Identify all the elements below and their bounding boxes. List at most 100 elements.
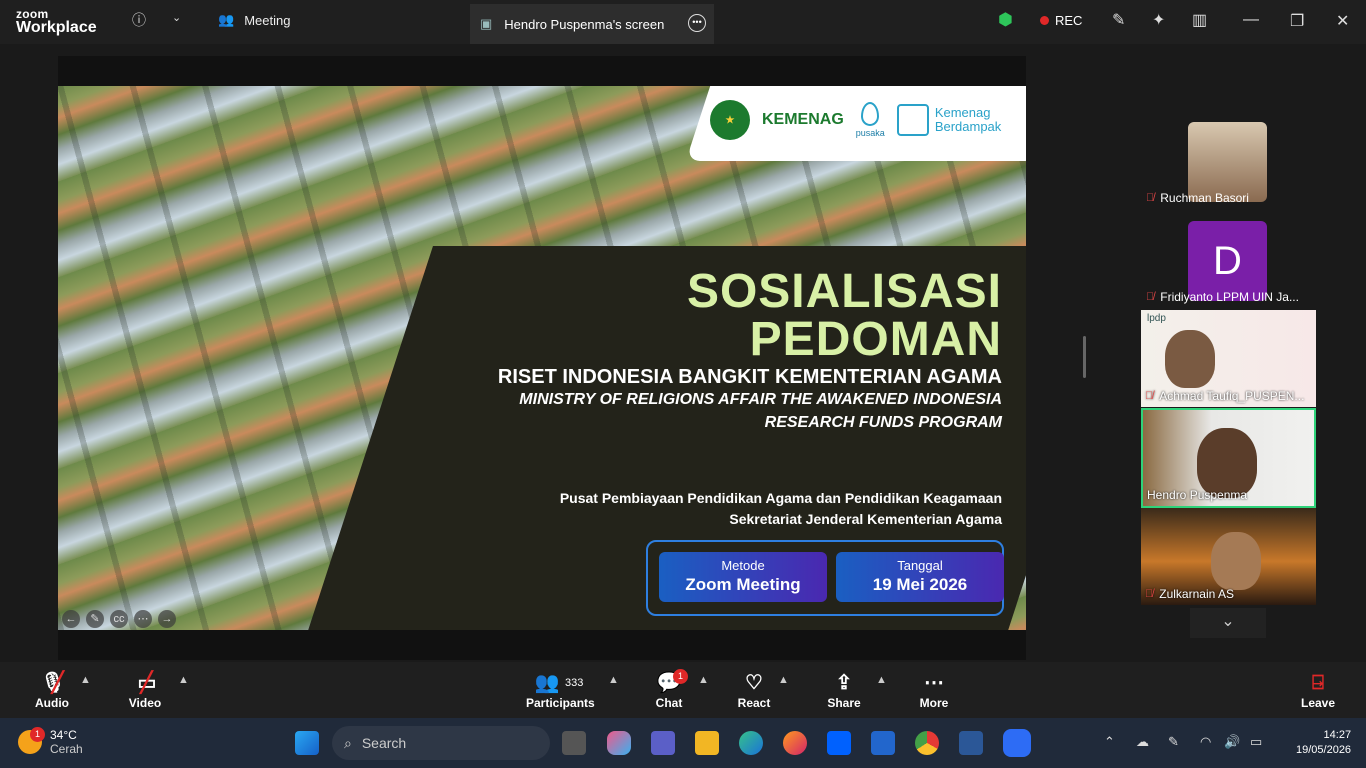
windows-start-icon[interactable]	[295, 731, 319, 755]
copilot-icon[interactable]	[607, 731, 631, 755]
os-taskbar: 34°C Cerah 1 ⌕ Search ⌃ ☁ ✎ ◠ 🔊 ▭ 14:27 …	[0, 718, 1366, 768]
info-icon[interactable]: ⓘ	[132, 10, 146, 30]
mic-muted-icon: 🎙̸	[1146, 192, 1155, 204]
edge-icon[interactable]	[739, 731, 763, 755]
more-options-icon[interactable]: •••	[688, 14, 706, 32]
share-button[interactable]: ⇪ Share	[826, 670, 862, 710]
zoom-app-icon[interactable]	[1003, 729, 1031, 757]
gallery-scroll-down-icon[interactable]: ⌄	[1190, 608, 1266, 638]
participants-icon: 👥	[218, 12, 235, 27]
dropbox-icon[interactable]	[827, 731, 851, 755]
captions-icon[interactable]: cc	[110, 610, 128, 628]
leave-icon: ⍈	[1312, 672, 1324, 694]
participant-name: 🎙̸ Fridiyanto LPPM UIN Ja...	[1146, 290, 1299, 304]
kemenag-berdampak-logo: Kemenag Berdampak	[896, 104, 1001, 136]
leave-button[interactable]: ⍈ Leave	[1300, 670, 1336, 710]
mic-muted-icon: 🎙̸	[1145, 390, 1154, 402]
chevron-down-icon[interactable]: ⌄	[172, 11, 181, 24]
shield-icon[interactable]: ⬢	[998, 10, 1013, 30]
annotate-pencil-icon[interactable]: ✎	[1112, 10, 1125, 30]
slide-org-line2: Sekretariat Jenderal Kementerian Agama	[729, 511, 1002, 527]
video-tile-hendro[interactable]: Hendro Puspenma	[1141, 408, 1316, 508]
video-tile-ruchman[interactable]	[1188, 122, 1267, 202]
date-box: Tanggal 19 Mei 2026	[836, 552, 1004, 602]
slide-logos: ★ KEMENAG pusaka Kemenag Berdampak	[710, 100, 1001, 140]
zoom-logo: zoom Workplace	[16, 7, 97, 36]
more-icon: ⋯	[924, 672, 944, 694]
audio-button[interactable]: 🎙╱ Audio	[34, 670, 70, 710]
pusaka-logo: pusaka	[856, 102, 885, 138]
volume-icon[interactable]: 🔊	[1224, 734, 1240, 750]
taskbar-search[interactable]: ⌕ Search	[332, 726, 550, 760]
system-clock[interactable]: 14:27 19/05/2026	[1296, 728, 1351, 758]
minimize-icon[interactable]: —	[1243, 11, 1259, 29]
participants-button[interactable]: 👥 333 Participants	[526, 670, 595, 710]
avatar[interactable]: D	[1188, 221, 1267, 301]
video-options-caret-icon[interactable]: ▲	[178, 674, 189, 686]
tab-shared-screen[interactable]: ▣ Hendro Puspenma's screen •••	[470, 4, 714, 44]
react-options-caret-icon[interactable]: ▲	[778, 674, 789, 686]
video-off-icon: ▭╱	[137, 672, 157, 694]
pen-icon[interactable]: ✎	[86, 610, 104, 628]
chrome-icon[interactable]	[915, 731, 939, 755]
slide-controls: ← ✎ cc ⋯ →	[62, 610, 176, 628]
slide-subtitle-en-2: RESEARCH FUNDS PROGRAM	[764, 414, 1002, 431]
video-button[interactable]: ▭╱ Video	[126, 670, 164, 710]
tray-overflow-icon[interactable]: ⌃	[1104, 734, 1115, 750]
pen-tray-icon[interactable]: ✎	[1168, 734, 1179, 750]
participant-name: 🎙̸ Ruchman Basori	[1146, 191, 1249, 205]
ai-companion-icon[interactable]: ✦	[1152, 10, 1165, 30]
mic-muted-icon: 🎙╱	[40, 672, 66, 694]
more-button[interactable]: ⋯ More	[916, 670, 952, 710]
chat-badge: 1	[673, 669, 688, 684]
participant-name: 🎙̸ Zulkarnain AS	[1145, 587, 1234, 601]
slide-title-line1: SOSIALISASI	[686, 265, 1002, 318]
participant-name: 🎙̸ Achmad Taufiq_PUSPEN...	[1145, 389, 1305, 403]
kemenag-emblem-icon: ★	[710, 100, 750, 140]
search-icon: ⌕	[344, 734, 352, 751]
stage-resize-handle[interactable]	[1083, 336, 1086, 378]
restore-icon[interactable]: ❐	[1290, 11, 1304, 31]
slide-subtitle-en-1: MINISTRY OF RELIGIONS AFFAIR THE AWAKENE…	[519, 391, 1002, 408]
teams-icon[interactable]	[651, 731, 675, 755]
participant-name: Hendro Puspenma	[1147, 488, 1248, 502]
close-icon[interactable]: ✕	[1336, 11, 1349, 31]
prev-slide-icon[interactable]: ←	[62, 610, 80, 628]
slide-title-line2: PEDOMAN	[749, 313, 1002, 366]
participants-options-caret-icon[interactable]: ▲	[608, 674, 619, 686]
file-explorer-icon[interactable]	[695, 731, 719, 755]
recording-indicator[interactable]: REC	[1040, 13, 1082, 28]
participants-icon: 👥	[534, 672, 560, 694]
task-view-icon[interactable]	[562, 731, 586, 755]
method-box: Metode Zoom Meeting	[659, 552, 827, 602]
video-tile-achmad[interactable]: lpdp 🎙̸ Achmad Taufiq_PUSPEN...	[1141, 310, 1316, 407]
slide-org-line1: Pusat Pembiayaan Pendidikan Agama dan Pe…	[559, 490, 1002, 506]
heart-icon: ♡	[745, 672, 763, 694]
title-bar: zoom Workplace ⓘ ⌄ 👥 Meeting ▣ Hendro Pu…	[0, 0, 1366, 44]
slide-subtitle: RISET INDONESIA BANGKIT KEMENTERIAN AGAM…	[497, 366, 1002, 388]
cloud-icon[interactable]: ☁	[1136, 734, 1149, 750]
meeting-toolbar: 🎙╱ Audio ▲ ▭╱ Video ▲ 👥 333 Participants…	[0, 662, 1366, 718]
wifi-icon[interactable]: ◠	[1200, 734, 1211, 750]
presentation-slide: ★ KEMENAG pusaka Kemenag Berdampak SOSIAL…	[58, 86, 1026, 630]
tab-meeting[interactable]: 👥 Meeting	[218, 12, 290, 28]
next-slide-icon[interactable]: →	[158, 610, 176, 628]
battery-icon[interactable]: ▭	[1250, 734, 1262, 750]
store-icon[interactable]	[871, 731, 895, 755]
record-dot-icon	[1040, 16, 1049, 25]
word-icon[interactable]	[959, 731, 983, 755]
slide-more-icon[interactable]: ⋯	[134, 610, 152, 628]
share-screen-icon: ⇪	[835, 672, 853, 694]
layout-icon[interactable]: ▥	[1192, 10, 1207, 30]
weather-widget[interactable]: 34°C Cerah	[18, 728, 83, 756]
weather-badge: 1	[30, 727, 45, 742]
firefox-icon[interactable]	[783, 731, 807, 755]
mic-muted-icon: 🎙̸	[1146, 291, 1155, 303]
screen-share-icon: ▣	[480, 16, 493, 31]
video-tile-zulkarnain[interactable]: 🎙̸ Zulkarnain AS	[1141, 508, 1316, 605]
mic-muted-icon: 🎙̸	[1145, 588, 1154, 600]
chat-options-caret-icon[interactable]: ▲	[698, 674, 709, 686]
audio-options-caret-icon[interactable]: ▲	[80, 674, 91, 686]
share-options-caret-icon[interactable]: ▲	[876, 674, 887, 686]
react-button[interactable]: ♡ React	[736, 670, 772, 710]
